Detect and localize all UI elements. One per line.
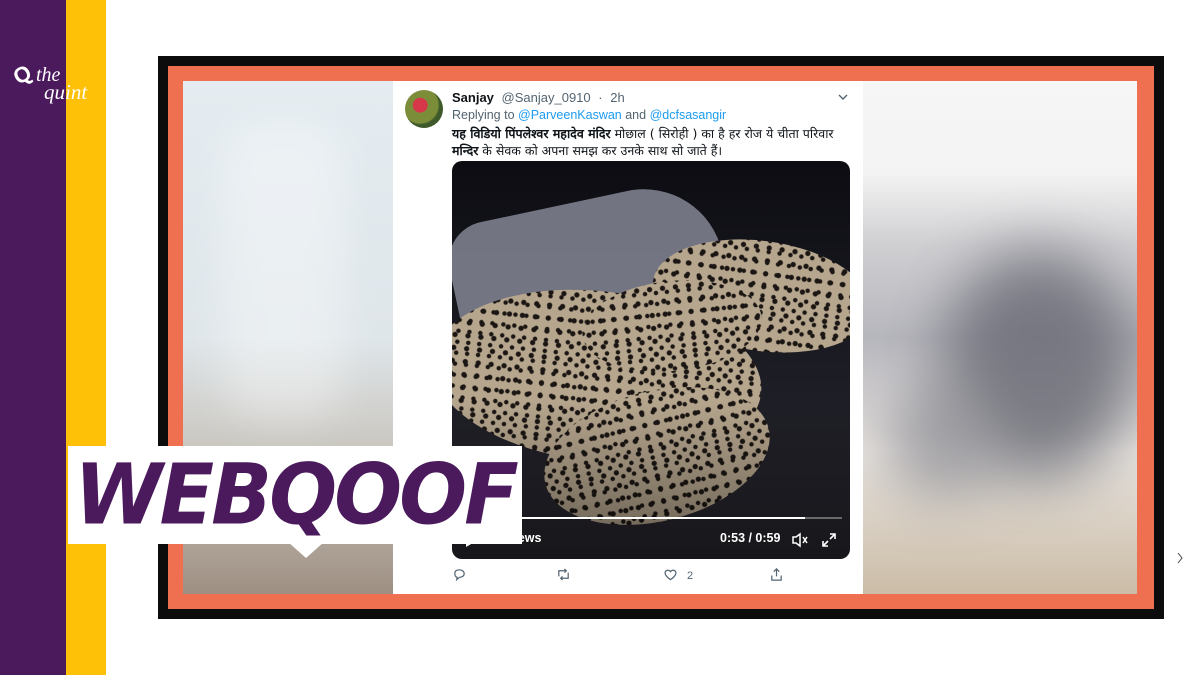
header-separator: · (598, 90, 603, 105)
webqoof-badge: WEBQOOF (68, 446, 522, 544)
blurred-background-right (863, 81, 1137, 594)
video-time: 0:53 / 0:59 (720, 531, 781, 545)
the-quint-logo: Q the quint (9, 59, 94, 110)
tweet-text-part-2: के सेवक को अपना समझ कर उनके साथ सो जाते … (478, 143, 723, 158)
reply-and: and (625, 108, 647, 122)
reply-button[interactable] (452, 567, 476, 585)
tweet-actions: 2 (393, 567, 863, 587)
like-icon (663, 567, 678, 585)
replying-to: Replying to @ParveenKaswan and @dcfsasan… (452, 108, 726, 122)
reply-user-link-1[interactable]: @ParveenKaswan (518, 108, 622, 122)
like-button[interactable]: 2 (663, 567, 693, 585)
tweet-text-bold-2: मन्दिर (452, 143, 479, 158)
share-icon (769, 567, 784, 585)
reply-icon (452, 567, 467, 585)
display-name[interactable]: Sanjay (452, 90, 494, 105)
edge-mark (1177, 552, 1183, 564)
replying-prefix: Replying to (452, 108, 515, 122)
blur-highlight (223, 121, 343, 421)
webqoof-title: WEBQOOF (74, 445, 519, 544)
avatar[interactable] (405, 90, 443, 128)
tweet-time[interactable]: 2h (610, 90, 624, 105)
share-button[interactable] (769, 567, 784, 585)
reply-user-link-2[interactable]: @dcfsasangir (650, 108, 727, 122)
tweet-header: Sanjay @Sanjay_0910 · 2h (452, 90, 625, 105)
blur-shape-b (883, 381, 1003, 501)
logo-line-2: quint (44, 80, 88, 104)
expand-icon[interactable] (821, 532, 837, 548)
video-progress-bar[interactable] (472, 517, 842, 519)
tweet-text: यह विडियो पिंपलेश्वर महादेव मंदिर मोछाल … (452, 125, 852, 159)
chevron-down-icon[interactable] (837, 91, 849, 106)
like-count: 2 (687, 570, 694, 582)
retweet-button[interactable] (556, 567, 580, 585)
user-handle[interactable]: @Sanjay_0910 (502, 90, 591, 105)
volume-icon[interactable] (791, 532, 809, 548)
badge-speech-tail (288, 542, 324, 558)
tweet-text-part-1: मोछाल ( सिरोही ) का है हर रोज ये चीता पर… (610, 126, 834, 141)
retweet-icon (556, 567, 571, 585)
tweet-text-bold-1: यह विडियो पिंपलेश्वर महादेव मंदिर (452, 126, 611, 141)
